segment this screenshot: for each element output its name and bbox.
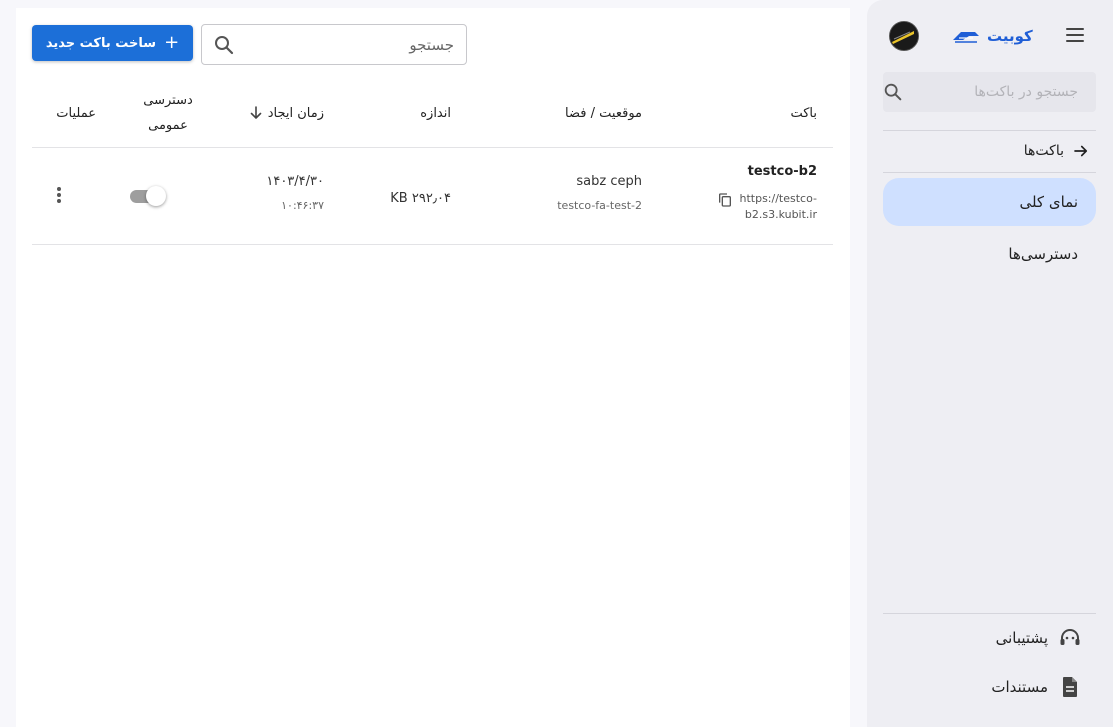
sidebar-item-access[interactable]: دسترسی‌ها bbox=[883, 230, 1096, 278]
public-access-toggle[interactable] bbox=[128, 186, 166, 206]
plus-icon: + bbox=[164, 32, 180, 53]
menu-icon[interactable] bbox=[1063, 24, 1087, 48]
search-icon bbox=[884, 83, 902, 101]
headset-icon bbox=[1060, 629, 1080, 645]
sidebar-header: کوبیت bbox=[867, 20, 1113, 52]
sidebar-divider bbox=[883, 130, 1096, 131]
avatar-image-icon bbox=[890, 22, 918, 50]
brand-logo-icon bbox=[953, 32, 979, 43]
main-panel: + ساخت باکت جدید باکت موقعیت / فضا انداز… bbox=[16, 8, 850, 727]
column-header-bucket: باکت bbox=[790, 78, 817, 148]
arrow-right-icon bbox=[1074, 145, 1088, 157]
back-link-label: باکت‌ها bbox=[1023, 143, 1064, 159]
bucket-size: ۲۹۲٫۰۴ KB bbox=[390, 191, 451, 206]
created-cell: ۱۴۰۳/۴/۳۰ ۱۰:۴۶:۳۷ bbox=[266, 174, 324, 212]
sidebar-item-label: مستندات bbox=[991, 678, 1048, 696]
sidebar-item-label: نمای کلی bbox=[1019, 193, 1078, 211]
sidebar-item-overview[interactable]: نمای کلی bbox=[883, 178, 1096, 226]
column-header-label: اندازه bbox=[420, 105, 451, 121]
bucket-cell: testco-b2 https://testco- b2.s3.kubit.ir bbox=[717, 164, 817, 223]
column-header-label: دسترسی bbox=[143, 93, 193, 108]
column-header-location: موقعیت / فضا bbox=[565, 78, 642, 148]
sidebar-item-label: دسترسی‌ها bbox=[1008, 245, 1078, 263]
sidebar-divider bbox=[883, 172, 1096, 173]
app-root: کوبیت bbox=[0, 0, 1113, 727]
bucket-search[interactable] bbox=[201, 24, 467, 65]
column-header-actions: عملیات bbox=[56, 78, 96, 148]
column-header-label: زمان ایجاد bbox=[267, 105, 324, 121]
bucket-url: https://testco- b2.s3.kubit.ir bbox=[717, 191, 817, 223]
column-header-created[interactable]: زمان ایجاد bbox=[248, 78, 324, 148]
bucket-url-line: https://testco- bbox=[739, 192, 817, 205]
bucket-url-line: b2.s3.kubit.ir bbox=[744, 208, 817, 221]
table-header: باکت موقعیت / فضا اندازه زمان ایجاد دستر… bbox=[32, 78, 833, 148]
column-header-public-access: دسترسی عمومی bbox=[137, 78, 199, 148]
more-options-icon[interactable] bbox=[47, 184, 71, 208]
column-header-label: باکت bbox=[790, 105, 817, 121]
avatar[interactable] bbox=[889, 21, 919, 51]
buckets-table: باکت موقعیت / فضا اندازه زمان ایجاد دستر… bbox=[32, 78, 833, 245]
location-name: sabz ceph bbox=[576, 174, 642, 189]
sidebar: کوبیت bbox=[867, 0, 1113, 727]
create-bucket-label: ساخت باکت جدید bbox=[45, 35, 157, 51]
space-name: testco-fa-test-2 bbox=[557, 199, 642, 212]
created-time: ۱۰:۴۶:۳۷ bbox=[281, 199, 324, 212]
sidebar-search[interactable] bbox=[883, 72, 1096, 112]
bucket-name[interactable]: testco-b2 bbox=[717, 164, 817, 179]
brand[interactable]: کوبیت bbox=[951, 24, 1033, 48]
location-cell: sabz ceph testco-fa-test-2 bbox=[557, 174, 642, 212]
bucket-search-input[interactable] bbox=[236, 35, 454, 54]
toggle-knob bbox=[146, 186, 166, 206]
sidebar-item-support[interactable]: پشتیبانی bbox=[883, 622, 1096, 654]
bucket-url-text: https://testco- b2.s3.kubit.ir bbox=[739, 191, 817, 223]
sidebar-item-docs[interactable]: مستندات bbox=[883, 671, 1096, 703]
document-icon bbox=[1063, 677, 1077, 697]
table-row[interactable]: testco-b2 https://testco- b2.s3.kubit.ir bbox=[32, 148, 833, 245]
sort-down-arrow-icon bbox=[250, 106, 262, 119]
sidebar-search-input[interactable] bbox=[904, 84, 1086, 100]
column-header-label: عمومی bbox=[148, 118, 188, 133]
column-header-label: موقعیت / فضا bbox=[565, 105, 642, 121]
size-cell: ۲۹۲٫۰۴ KB bbox=[390, 187, 451, 206]
create-bucket-button[interactable]: + ساخت باکت جدید bbox=[32, 25, 193, 61]
column-header-label: عملیات bbox=[56, 105, 96, 121]
column-header-size: اندازه bbox=[420, 78, 451, 148]
back-to-buckets-link[interactable]: باکت‌ها bbox=[883, 138, 1096, 164]
copy-icon[interactable] bbox=[717, 192, 733, 208]
created-date: ۱۴۰۳/۴/۳۰ bbox=[266, 174, 324, 189]
sidebar-divider bbox=[883, 613, 1096, 614]
sidebar-item-label: پشتیبانی bbox=[995, 629, 1048, 647]
brand-name: کوبیت bbox=[987, 27, 1033, 45]
search-icon[interactable] bbox=[212, 33, 236, 57]
